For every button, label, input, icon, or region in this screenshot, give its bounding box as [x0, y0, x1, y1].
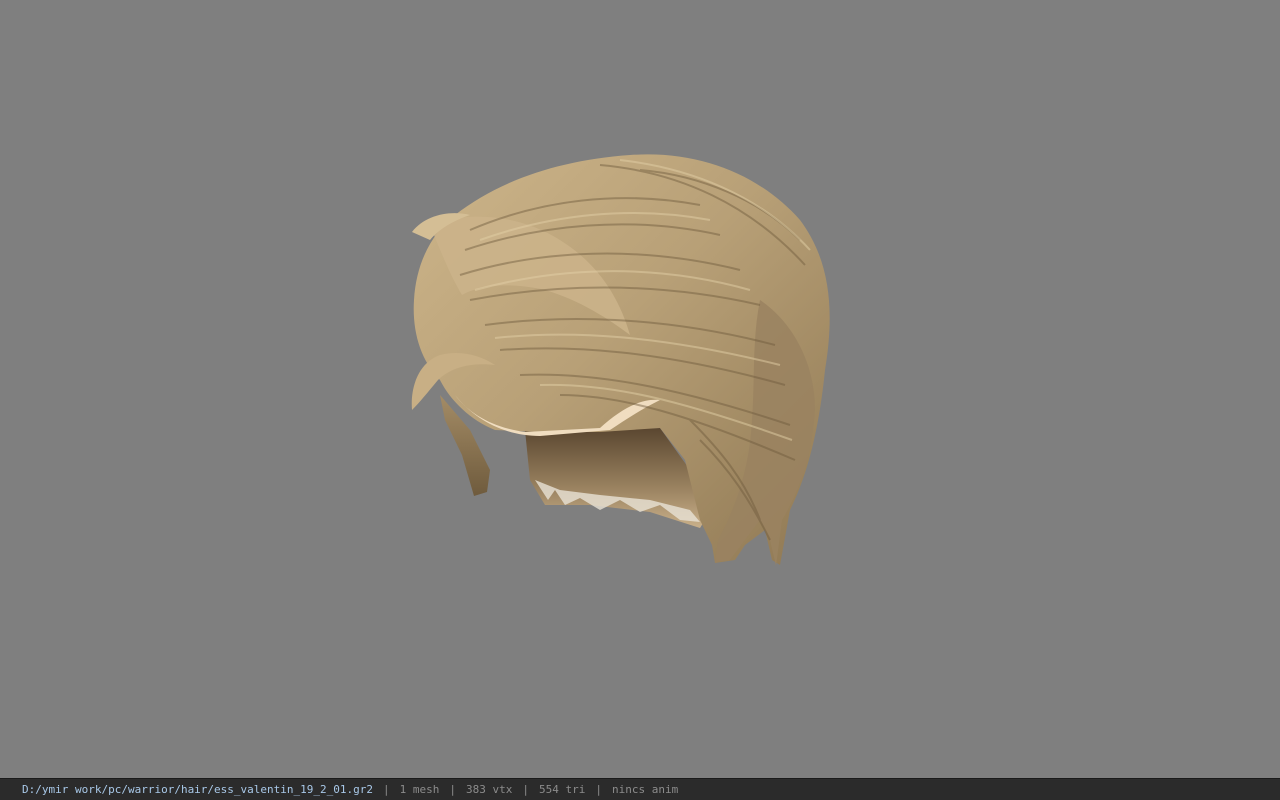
- mesh-count: 1 mesh: [399, 783, 440, 796]
- animation-status: nincs anim: [611, 783, 679, 796]
- separator: |: [595, 783, 602, 796]
- status-bar: D:/ymir work/pc/warrior/hair/ess_valenti…: [0, 778, 1280, 800]
- 3d-viewport[interactable]: [0, 0, 1280, 778]
- separator: |: [522, 783, 529, 796]
- triangle-count: 554 tri: [538, 783, 586, 796]
- separator: |: [449, 783, 456, 796]
- hair-model-render: [411, 154, 830, 566]
- file-path: D:/ymir work/pc/warrior/hair/ess_valenti…: [22, 783, 373, 796]
- vertex-count: 383 vtx: [466, 783, 513, 796]
- separator: |: [383, 783, 390, 796]
